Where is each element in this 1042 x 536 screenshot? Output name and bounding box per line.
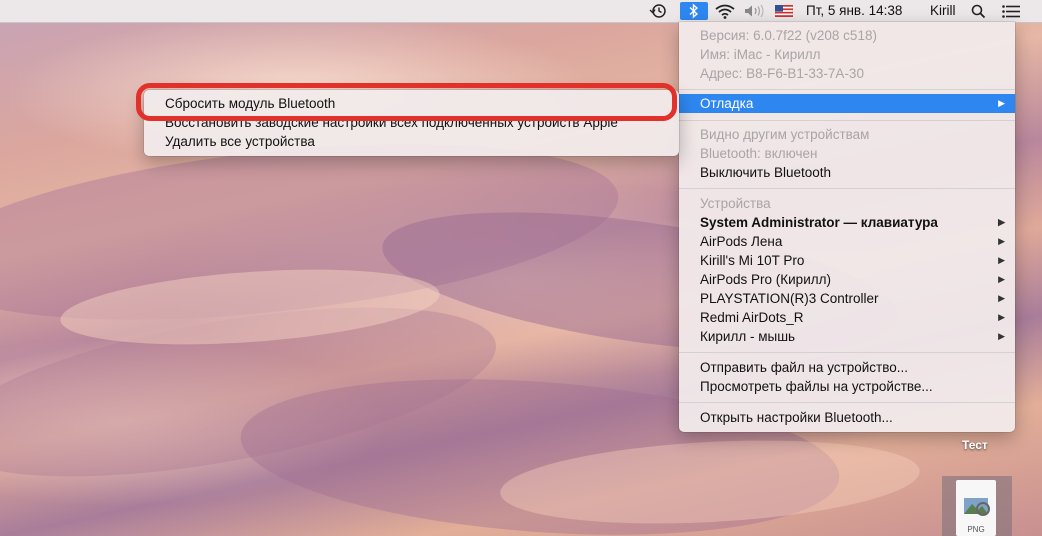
notification-center-icon[interactable]	[1000, 2, 1022, 20]
submenu-arrow-icon: ▶	[998, 274, 1005, 284]
menu-separator	[679, 352, 1015, 353]
menu-separator	[679, 402, 1015, 403]
bluetooth-menu: Версия: 6.0.7f22 (v208 c518) Имя: iMac -…	[679, 22, 1015, 432]
device-item[interactable]: Kirill's Mi 10T Pro ▶	[679, 251, 1015, 270]
menu-item-remove-all-devices[interactable]: Удалить все устройства	[144, 132, 679, 151]
submenu-arrow-icon: ▶	[998, 293, 1005, 303]
device-item-label: Кирилл - мышь	[700, 329, 796, 344]
menu-separator	[679, 120, 1015, 121]
search-icon[interactable]	[968, 2, 988, 20]
submenu-arrow-icon: ▶	[998, 217, 1005, 227]
device-item-label: AirPods Лена	[700, 234, 783, 249]
menu-item-browse-files[interactable]: Просмотреть файлы на устройстве...	[679, 377, 1015, 396]
menu-separator	[679, 89, 1015, 90]
file-ext-label: PNG	[967, 525, 985, 534]
submenu-arrow-icon: ▶	[998, 236, 1005, 246]
menubar-user[interactable]: Kirill	[930, 0, 956, 22]
device-item-label: System Administrator — клавиатура	[700, 215, 938, 230]
menu-device-name: Имя: iMac - Кирилл	[700, 47, 821, 62]
device-item-label: Redmi AirDots_R	[700, 310, 804, 325]
submenu-arrow-icon: ▶	[998, 255, 1005, 265]
submenu-arrow-icon: ▶	[998, 312, 1005, 322]
menu-visible-status: Видно другим устройствам	[700, 127, 870, 142]
png-file-icon[interactable]: PNG	[942, 476, 1012, 536]
volume-icon[interactable]	[742, 2, 768, 20]
wifi-icon[interactable]	[712, 2, 738, 20]
device-item[interactable]: System Administrator — клавиатура ▶	[679, 213, 1015, 232]
menu-bar: Пт, 5 янв. 14:38 Kirill	[0, 0, 1042, 23]
menu-item-turn-off-bluetooth[interactable]: Выключить Bluetooth	[679, 163, 1015, 182]
device-item[interactable]: Redmi AirDots_R ▶	[679, 308, 1015, 327]
menu-item-open-bluetooth-prefs[interactable]: Открыть настройки Bluetooth...	[679, 408, 1015, 427]
image-preview-icon	[964, 498, 990, 516]
device-item[interactable]: AirPods Pro (Кирилл) ▶	[679, 270, 1015, 289]
time-machine-icon[interactable]	[646, 2, 670, 20]
flag-us-icon[interactable]	[774, 2, 794, 20]
menu-devices-header: Устройства	[700, 196, 771, 211]
device-item[interactable]: PLAYSTATION(R)3 Controller ▶	[679, 289, 1015, 308]
device-item-label: PLAYSTATION(R)3 Controller	[700, 291, 879, 306]
menu-separator	[679, 188, 1015, 189]
menu-address: Адрес: B8-F6-B1-33-7A-30	[700, 66, 864, 81]
submenu-arrow-icon: ▶	[998, 331, 1005, 341]
device-item-label: Kirill's Mi 10T Pro	[700, 253, 805, 268]
menu-bluetooth-status: Bluetooth: включен	[700, 146, 818, 161]
menu-item-debug-label: Отладка	[700, 96, 754, 111]
device-item-label: AirPods Pro (Кирилл)	[700, 272, 831, 287]
file-page: PNG	[956, 480, 996, 536]
bluetooth-icon[interactable]	[680, 2, 708, 20]
device-item[interactable]: Кирилл - мышь ▶	[679, 327, 1015, 346]
desktop-folder-label[interactable]: Тест	[962, 438, 988, 452]
red-highlight-ring	[136, 83, 677, 121]
menu-item-debug[interactable]: Отладка ▶	[679, 94, 1015, 113]
menu-version: Версия: 6.0.7f22 (v208 c518)	[700, 28, 877, 43]
menubar-clock[interactable]: Пт, 5 янв. 14:38	[806, 0, 902, 22]
menu-item-send-file[interactable]: Отправить файл на устройство...	[679, 358, 1015, 377]
device-item[interactable]: AirPods Лена ▶	[679, 232, 1015, 251]
submenu-arrow-icon: ▶	[998, 98, 1005, 108]
